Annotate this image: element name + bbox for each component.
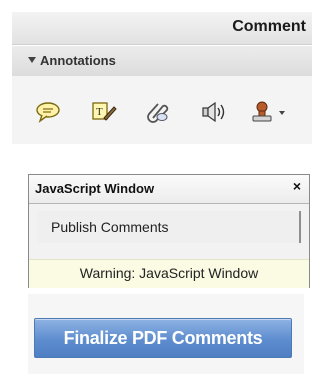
- comment-pane-header: Comment: [12, 12, 312, 45]
- highlight-text-icon[interactable]: T: [90, 100, 118, 124]
- javascript-window-titlebar: JavaScript Window ×: [29, 175, 309, 204]
- record-audio-icon[interactable]: [200, 100, 228, 124]
- finalize-panel: Finalize PDF Comments: [28, 294, 304, 374]
- attach-file-icon[interactable]: [144, 100, 172, 124]
- publish-comments-item[interactable]: Publish Comments: [37, 211, 301, 243]
- javascript-window: JavaScript Window × Publish Comments War…: [28, 174, 310, 288]
- finalize-pdf-comments-button[interactable]: Finalize PDF Comments: [34, 318, 292, 358]
- stamp-icon[interactable]: [250, 100, 290, 124]
- comment-pane-title: Comment: [232, 18, 306, 35]
- annotations-label: Annotations: [40, 53, 116, 68]
- close-icon[interactable]: ×: [293, 178, 301, 194]
- svg-text:T: T: [96, 106, 103, 118]
- annotations-toolbar: T: [12, 76, 312, 144]
- sticky-note-icon[interactable]: [34, 100, 62, 124]
- javascript-window-title: JavaScript Window: [35, 181, 155, 196]
- annotations-section-header[interactable]: Annotations: [12, 45, 312, 77]
- publish-comments-label: Publish Comments: [51, 219, 169, 235]
- javascript-warning-bar: Warning: JavaScript Window: [29, 259, 309, 288]
- collapse-triangle-icon[interactable]: [28, 57, 36, 63]
